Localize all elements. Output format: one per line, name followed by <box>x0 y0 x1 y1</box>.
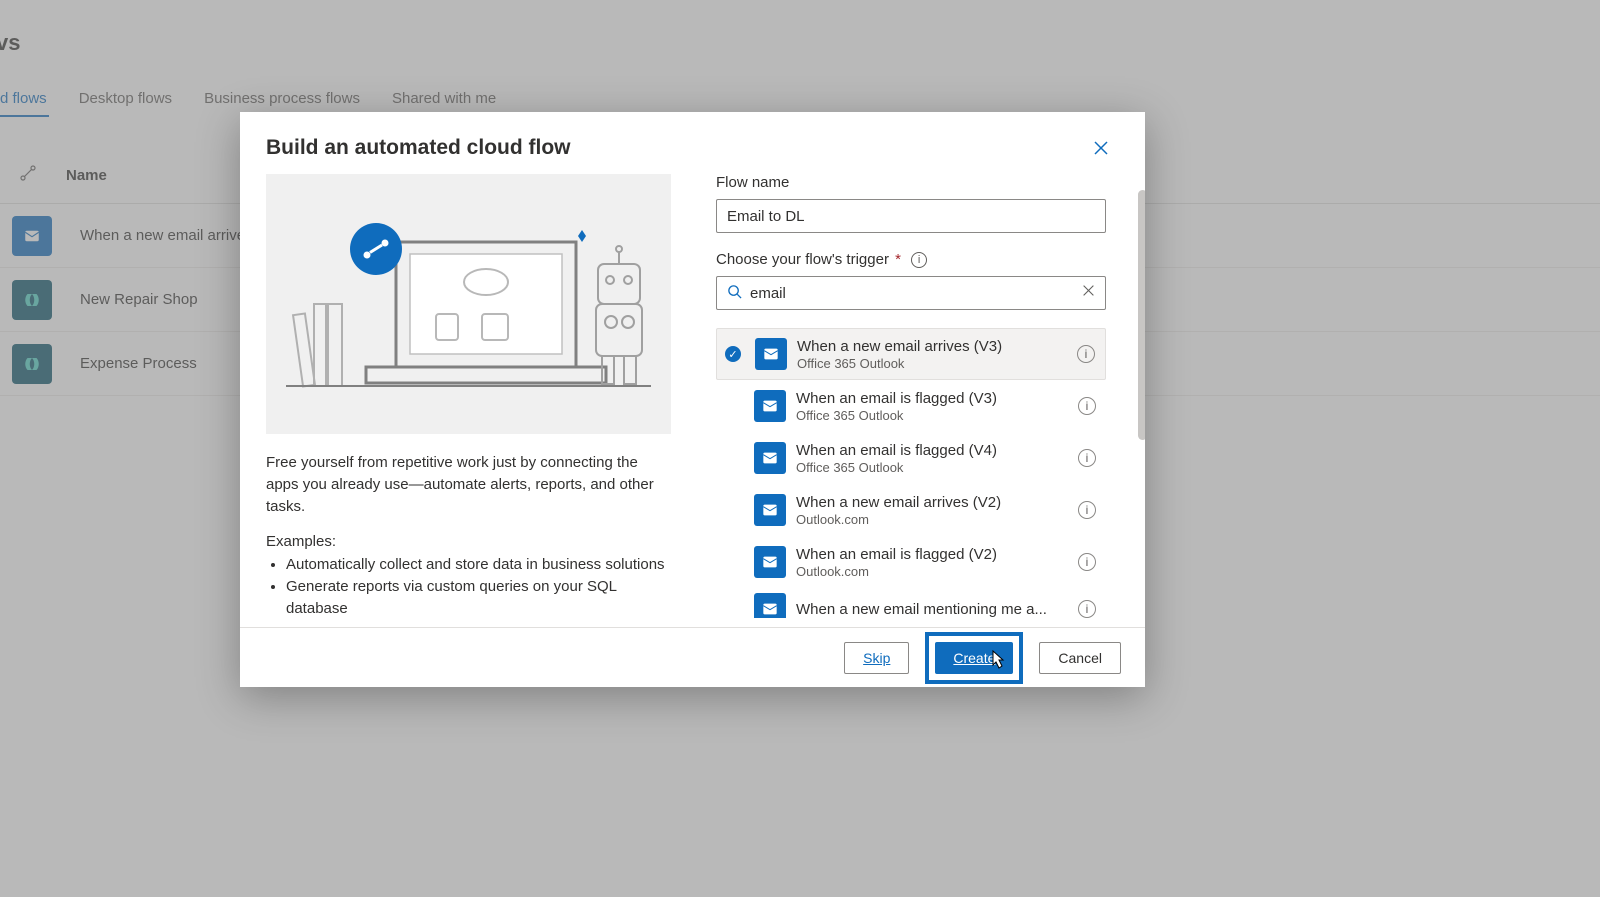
info-icon[interactable]: i <box>1078 553 1096 571</box>
flow-name-label: Flow name <box>716 174 1115 191</box>
outlook-connector-icon <box>754 546 786 578</box>
trigger-search-input[interactable]: email <box>716 276 1106 310</box>
trigger-item[interactable]: When an email is flagged (V4) Office 365… <box>716 432 1106 484</box>
info-icon[interactable]: i <box>1078 397 1096 415</box>
create-flow-modal: Build an automated cloud flow <box>240 112 1145 687</box>
trigger-item[interactable]: When an email is flagged (V3) Office 365… <box>716 380 1106 432</box>
modal-description: Free yourself from repetitive work just … <box>266 452 671 517</box>
close-icon[interactable] <box>1085 132 1117 164</box>
outlook-connector-icon <box>755 338 787 370</box>
create-button-highlight: Create <box>925 632 1023 684</box>
info-icon[interactable]: i <box>1078 501 1096 519</box>
modal-title: Build an automated cloud flow <box>266 136 571 160</box>
illustration-image <box>266 174 671 434</box>
trigger-title: When an email is flagged (V2) <box>796 546 1068 563</box>
required-indicator: * <box>895 251 901 268</box>
trigger-connector: Outlook.com <box>796 512 1068 527</box>
example-item: Automatically collect and store data in … <box>286 554 671 576</box>
trigger-connector: Office 365 Outlook <box>796 408 1068 423</box>
outlook-connector-icon <box>754 390 786 422</box>
trigger-item[interactable]: When a new email mentioning me a... i <box>716 588 1106 618</box>
create-button[interactable]: Create <box>935 642 1013 674</box>
info-icon[interactable]: i <box>911 252 927 268</box>
trigger-title: When a new email arrives (V2) <box>796 494 1068 511</box>
outlook-connector-icon <box>754 494 786 526</box>
info-icon[interactable]: i <box>1078 600 1096 618</box>
trigger-connector: Office 365 Outlook <box>797 356 1067 371</box>
trigger-title: When a new email arrives (V3) <box>797 338 1067 355</box>
info-icon[interactable]: i <box>1077 345 1095 363</box>
trigger-title: When an email is flagged (V3) <box>796 390 1068 407</box>
trigger-results-list: ✓ When a new email arrives (V3) Office 3… <box>716 328 1106 618</box>
search-icon <box>727 284 742 303</box>
outlook-connector-icon <box>754 442 786 474</box>
clear-search-icon[interactable] <box>1082 284 1095 302</box>
cancel-button[interactable]: Cancel <box>1039 642 1121 674</box>
trigger-label: Choose your flow's trigger * i <box>716 251 1115 268</box>
trigger-connector: Office 365 Outlook <box>796 460 1068 475</box>
trigger-title: When a new email mentioning me a... <box>796 601 1068 618</box>
outlook-connector-icon <box>754 593 786 618</box>
flow-name-input[interactable]: Email to DL <box>716 199 1106 233</box>
checkmark-icon: ✓ <box>725 346 741 362</box>
example-item: Generate reports via custom queries on y… <box>286 576 671 620</box>
scrollbar[interactable] <box>1138 190 1145 440</box>
trigger-item[interactable]: When an email is flagged (V2) Outlook.co… <box>716 536 1106 588</box>
trigger-item[interactable]: ✓ When a new email arrives (V3) Office 3… <box>716 328 1106 380</box>
trigger-connector: Outlook.com <box>796 564 1068 579</box>
examples-label: Examples: <box>266 533 671 550</box>
skip-button[interactable]: Skip <box>844 642 909 674</box>
trigger-item[interactable]: When a new email arrives (V2) Outlook.co… <box>716 484 1106 536</box>
info-icon[interactable]: i <box>1078 449 1096 467</box>
trigger-title: When an email is flagged (V4) <box>796 442 1068 459</box>
